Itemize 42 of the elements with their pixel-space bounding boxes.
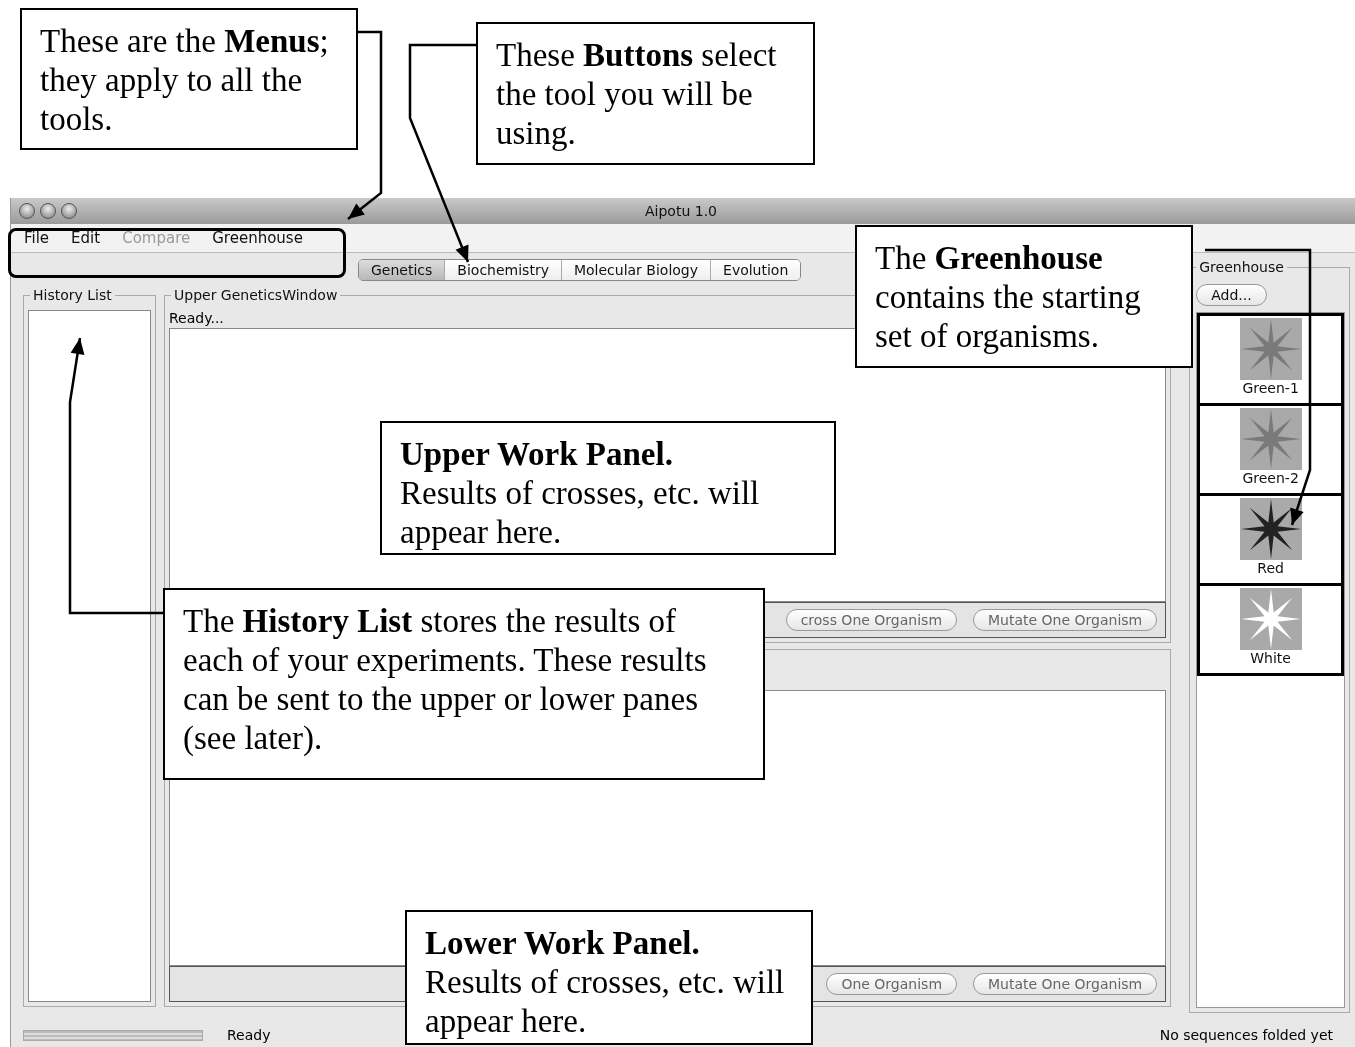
organism-name: Red	[1257, 560, 1284, 576]
organism-name: White	[1250, 650, 1291, 666]
star-flower-icon	[1239, 588, 1302, 650]
close-button[interactable]	[19, 203, 35, 219]
add-button[interactable]: Add...	[1196, 284, 1267, 306]
window-title: Aipotu 1.0	[645, 203, 717, 219]
action-button[interactable]: cross One Organism	[785, 609, 958, 631]
action-button[interactable]: Mutate One Organism	[973, 973, 1158, 995]
callout-text: Results of crosses, etc. will appear here.	[400, 474, 761, 552]
menu-item[interactable]: Edit	[71, 229, 101, 247]
callout-title: Lower Work Panel.	[425, 924, 701, 963]
action-button[interactable]: Mutate One Organism	[973, 609, 1158, 631]
status-text: Ready	[227, 1027, 271, 1043]
status-message: No sequences folded yet	[1159, 1027, 1333, 1043]
minimize-button[interactable]	[40, 203, 56, 219]
status-text: Ready...	[169, 310, 224, 328]
callout-text: The History List stores the results of each of your experiments. These results can be sent to the upper or lower panes (see later).	[183, 602, 708, 758]
tab[interactable]: Molecular Biology	[561, 260, 712, 280]
menu-item[interactable]: File	[24, 229, 50, 247]
panel-title: History List	[30, 287, 115, 303]
organism-item[interactable]: Green-1	[1197, 313, 1344, 406]
callout-title: Upper Work Panel.	[400, 435, 674, 474]
panel-title: Greenhouse	[1196, 259, 1287, 275]
star-flower-icon	[1239, 408, 1302, 470]
callout-text: Results of crosses, etc. will appear here.	[425, 963, 786, 1041]
panel-title: Upper GeneticsWindow	[171, 287, 341, 303]
tab[interactable]: Biochemistry	[445, 260, 562, 280]
organism-name: Green-2	[1242, 470, 1299, 486]
organism-item[interactable]: Red	[1197, 493, 1344, 586]
star-flower-icon	[1239, 498, 1302, 560]
zoom-button[interactable]	[61, 203, 77, 219]
tab[interactable]: Genetics	[359, 260, 446, 280]
organism-name: Green-1	[1242, 380, 1299, 396]
organism-item[interactable]: Green-2	[1197, 403, 1344, 496]
callout-text: These Buttons select the tool you will be using.	[496, 36, 778, 153]
star-flower-icon	[1239, 318, 1302, 380]
menu-item[interactable]: Greenhouse	[212, 229, 303, 247]
callout-text: The Greenhouse contains the starting set of organisms.	[875, 239, 1142, 356]
organism-item[interactable]: White	[1197, 583, 1344, 676]
action-button[interactable]: One Organism	[826, 973, 958, 995]
tab[interactable]: Evolution	[711, 260, 801, 280]
callout-text: These are the Menus; they apply to all the tools.	[40, 22, 330, 139]
